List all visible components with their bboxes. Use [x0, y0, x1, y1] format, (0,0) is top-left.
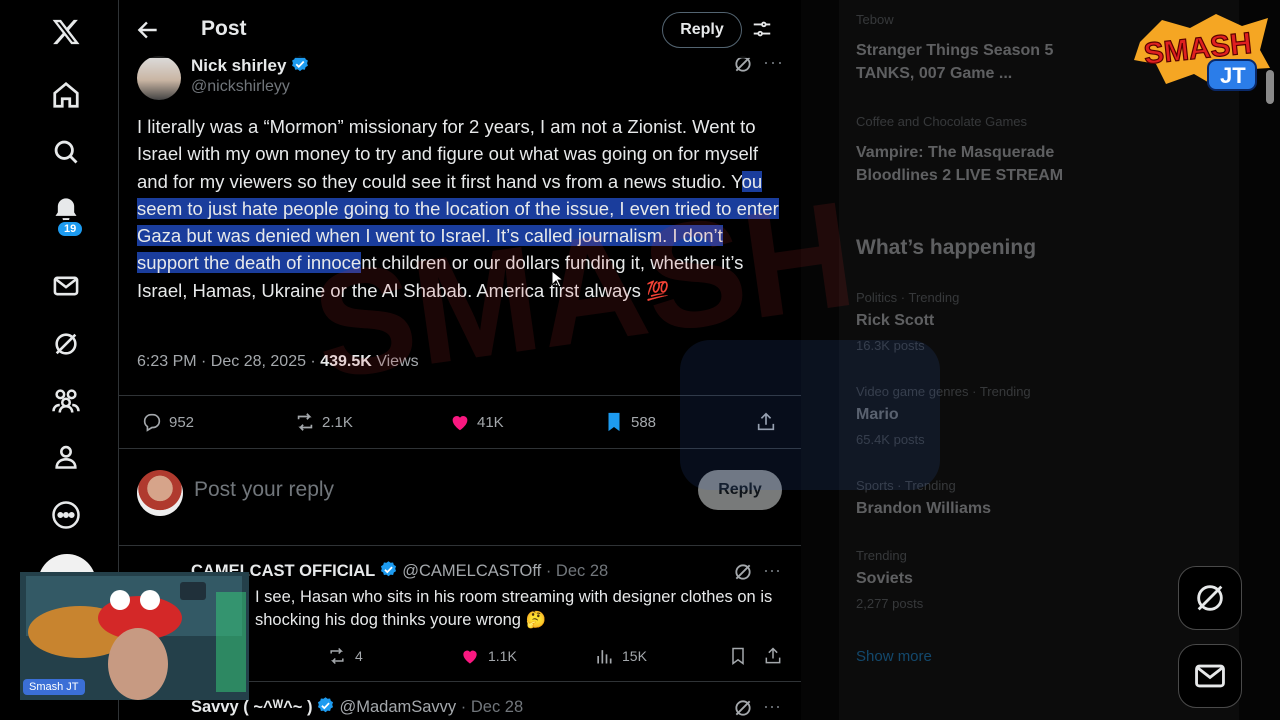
- reply-input[interactable]: Post your reply: [194, 478, 334, 502]
- reply-text: I see, Hasan who sits in his room stream…: [255, 588, 773, 629]
- trend-count: 2,277 posts: [856, 596, 924, 611]
- trend-count: 65.4K posts: [856, 432, 925, 447]
- post-text: I literally was a “Mormon” missionary fo…: [137, 113, 787, 304]
- reply-action[interactable]: 952: [141, 400, 194, 444]
- reply-author-handle: @CAMELCASTOff: [402, 562, 542, 580]
- home-icon[interactable]: [44, 73, 88, 117]
- trend-category: Video game genres · Trending: [856, 384, 1031, 399]
- grok-icon[interactable]: [733, 562, 753, 582]
- verified-badge-icon: [379, 560, 398, 579]
- search-icon[interactable]: [44, 130, 88, 174]
- reply-share-action[interactable]: [763, 644, 783, 668]
- like-action[interactable]: 41K: [449, 400, 504, 444]
- more-circle-icon[interactable]: [44, 493, 88, 537]
- repost-count: 2.1K: [322, 413, 353, 431]
- heart-filled-icon: [463, 650, 477, 664]
- reply-bookmark-action[interactable]: [728, 644, 748, 668]
- post-timestamp: 6:23 PM · Dec 28, 2025 · 439.5K Views: [137, 353, 419, 371]
- trend-count: 16.3K posts: [856, 338, 925, 353]
- bookmark-filled-icon: [608, 412, 620, 432]
- reply-date: · Dec 28: [456, 698, 524, 716]
- whats-happening-heading: What’s happening: [856, 236, 1037, 259]
- page-title: Post: [201, 17, 247, 40]
- trend-title[interactable]: Stranger Things Season 5: [856, 42, 1053, 60]
- profile-icon[interactable]: [44, 435, 88, 479]
- post-text-before: I literally was a “Mormon” missionary fo…: [137, 116, 759, 192]
- author-avatar[interactable]: [137, 56, 181, 100]
- mouse-cursor-icon: [551, 270, 563, 288]
- reply-more-icon[interactable]: ···: [763, 560, 781, 581]
- trend-source: Tebow: [856, 12, 894, 27]
- repost-action[interactable]: 2.1K: [294, 400, 353, 444]
- trend-category: Politics · Trending: [856, 290, 960, 305]
- webcam-name-tag: Smash JT: [23, 679, 85, 695]
- reply-like-count: 1.1K: [488, 648, 517, 664]
- trend-category: Sports · Trending: [856, 478, 956, 493]
- trend-source: Coffee and Chocolate Games: [856, 114, 1028, 129]
- bookmark-count: 588: [631, 413, 657, 431]
- trend-category: Trending: [856, 548, 907, 563]
- post-time[interactable]: 6:23 PM · Dec 28, 2025 ·: [137, 353, 320, 370]
- author-name-text: Nick shirley: [191, 56, 287, 75]
- reply-submit-button[interactable]: Reply: [698, 470, 782, 510]
- sliders-icon[interactable]: [751, 18, 773, 40]
- logo-text-bottom: JT: [1220, 63, 1246, 88]
- share-action[interactable]: [755, 400, 777, 444]
- reply-like-action[interactable]: 1.1K: [460, 644, 517, 668]
- verified-badge-icon: [316, 696, 335, 715]
- post-actions: 952 2.1K 41K 588: [119, 400, 801, 444]
- grok-icon[interactable]: [44, 322, 88, 366]
- reply-count: 952: [169, 413, 195, 431]
- comment-icon: [143, 413, 161, 432]
- share-icon: [765, 647, 781, 664]
- trend-title[interactable]: TANKS, 007 Game ...: [856, 65, 1012, 83]
- smash-jt-logo: SMASH JT: [1134, 14, 1270, 91]
- post-header: Post Reply: [119, 0, 801, 58]
- webcam-overlay: Smash JT: [20, 572, 249, 700]
- trend-name[interactable]: Rick Scott: [856, 312, 934, 330]
- reply-author[interactable]: CAMELCAST OFFICIAL @CAMELCASTOff · Dec 28: [191, 560, 608, 581]
- messages-floating-button[interactable]: [1178, 644, 1242, 708]
- reply-composer: Post your reply Reply: [119, 450, 801, 540]
- show-more-link[interactable]: Show more: [856, 648, 932, 665]
- reply-views-action[interactable]: 15K: [594, 644, 647, 668]
- notification-count-badge: 19: [56, 220, 85, 238]
- like-count: 41K: [477, 413, 504, 431]
- bookmark-action[interactable]: 588: [603, 400, 656, 444]
- communities-icon[interactable]: [44, 378, 88, 422]
- heart-filled-icon: [452, 416, 468, 431]
- reply-repost-count: 4: [355, 648, 363, 664]
- reply-views-count: 15K: [622, 648, 647, 664]
- bookmark-icon: [732, 647, 744, 665]
- divider: [119, 448, 801, 449]
- trend-title[interactable]: Bloodlines 2 LIVE STREAM: [856, 167, 1063, 185]
- grok-floating-button[interactable]: [1178, 566, 1242, 630]
- trend-name[interactable]: Brandon Williams: [856, 500, 991, 518]
- reply-author-handle: @MadamSavvy: [339, 698, 457, 716]
- reply-repost-action[interactable]: 4: [327, 644, 363, 668]
- grok-icon[interactable]: [733, 698, 753, 718]
- repost-icon: [297, 413, 313, 431]
- author-handle[interactable]: @nickshirleyy: [191, 78, 290, 96]
- back-arrow-icon[interactable]: [135, 17, 161, 43]
- trend-title[interactable]: Vampire: The Masquerade: [856, 144, 1054, 162]
- reply-more-icon[interactable]: ···: [763, 696, 781, 717]
- divider: [119, 395, 801, 396]
- views-count: 439.5K: [320, 353, 372, 370]
- views-chart-icon: [597, 650, 612, 664]
- reply-date: · Dec 28: [541, 562, 609, 580]
- header-reply-button[interactable]: Reply: [662, 12, 742, 48]
- trend-name[interactable]: Soviets: [856, 570, 913, 588]
- messages-envelope-icon[interactable]: [44, 264, 88, 308]
- x-logo-icon[interactable]: [44, 10, 88, 54]
- share-icon: [757, 412, 775, 431]
- repost-icon: [330, 647, 344, 665]
- views-label: Views: [371, 353, 419, 370]
- reply-author-name: Savvy ( ~^ᵂ^~ ): [191, 698, 313, 716]
- composer-avatar: [137, 470, 183, 516]
- trend-name[interactable]: Mario: [856, 406, 899, 424]
